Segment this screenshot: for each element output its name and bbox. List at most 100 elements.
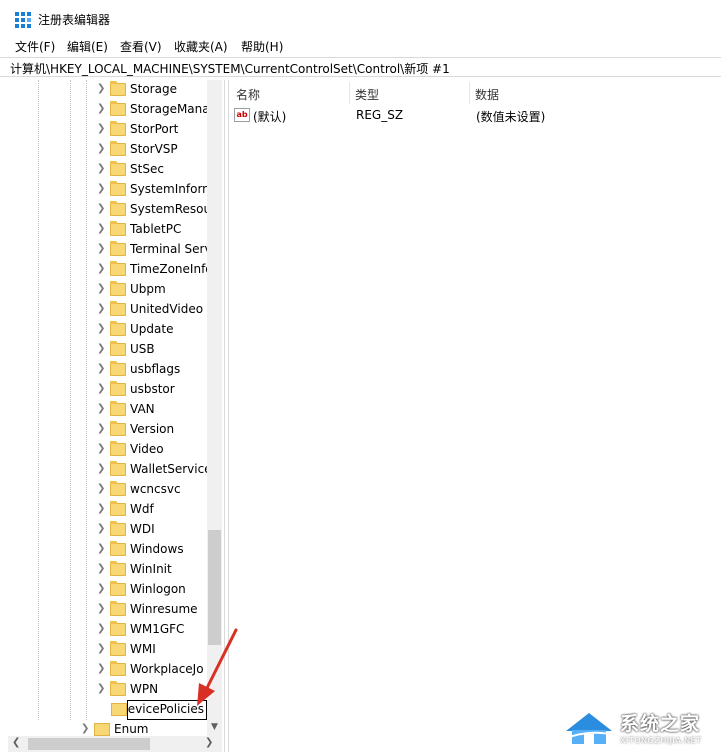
tree-item[interactable]: ❯ Wdf xyxy=(0,500,207,520)
watermark-brand: 系统之家 xyxy=(620,713,701,735)
tree-item[interactable]: ❯ WMI xyxy=(0,640,207,660)
chevron-right-icon[interactable]: ❯ xyxy=(97,183,105,194)
chevron-right-icon[interactable]: ❯ xyxy=(97,523,105,534)
tree-item[interactable]: ❯ StorageMana xyxy=(0,100,207,120)
chevron-right-icon[interactable]: ❯ xyxy=(97,563,105,574)
chevron-right-icon[interactable]: ❯ xyxy=(97,683,105,694)
address-path[interactable]: 计算机\HKEY_LOCAL_MACHINE\SYSTEM\CurrentCon… xyxy=(10,60,450,77)
tree-item[interactable]: ❯ WinInit xyxy=(0,560,207,580)
chevron-right-icon[interactable]: ❯ xyxy=(97,643,105,654)
tree-item[interactable]: ❯ USB xyxy=(0,340,207,360)
value-type: REG_SZ xyxy=(356,108,404,122)
chevron-right-icon[interactable]: ❯ xyxy=(97,423,105,434)
chevron-down-icon[interactable]: ▼ xyxy=(207,722,222,736)
chevron-right-icon[interactable]: ❯ xyxy=(97,263,105,274)
menu-view[interactable]: 查看(V) xyxy=(120,38,162,55)
folder-icon xyxy=(110,341,126,356)
chevron-left-icon[interactable]: ❮ xyxy=(12,737,20,748)
tree-horizontal-scrollbar[interactable]: ❮ ❯ xyxy=(8,736,222,752)
chevron-right-icon[interactable]: ❯ xyxy=(205,737,213,748)
string-value-icon: ab xyxy=(234,108,250,122)
rename-key-input[interactable]: DevicePolicies xyxy=(127,700,207,720)
tree-item-label: usbstor xyxy=(130,382,175,396)
chevron-right-icon[interactable]: ❯ xyxy=(81,723,89,734)
rename-key-value[interactable]: DevicePolicies xyxy=(128,702,204,716)
new-key-edit-row[interactable]: DevicePolicies xyxy=(105,700,207,720)
tree-item[interactable]: ❯ SystemResou xyxy=(0,200,207,220)
tree-vertical-scrollbar[interactable]: ▼ xyxy=(207,80,222,736)
column-header-name[interactable]: 名称 xyxy=(236,86,260,103)
folder-icon xyxy=(110,121,126,136)
chevron-right-icon[interactable]: ❯ xyxy=(97,543,105,554)
folder-icon xyxy=(111,703,127,716)
menu-help[interactable]: 帮助(H) xyxy=(241,38,283,55)
tree-item[interactable]: ❯ usbstor xyxy=(0,380,207,400)
tree-item[interactable]: ❯ TimeZoneInfo xyxy=(0,260,207,280)
chevron-right-icon[interactable]: ❯ xyxy=(97,303,105,314)
tree-item[interactable]: ❯ usbflags xyxy=(0,360,207,380)
tree-item[interactable]: ❯ WDI xyxy=(0,520,207,540)
tree-item[interactable]: ❯ StSec xyxy=(0,160,207,180)
chevron-right-icon[interactable]: ❯ xyxy=(97,123,105,134)
column-header-type[interactable]: 类型 xyxy=(355,86,379,103)
chevron-right-icon[interactable]: ❯ xyxy=(97,583,105,594)
menu-edit[interactable]: 编辑(E) xyxy=(67,38,108,55)
chevron-right-icon[interactable]: ❯ xyxy=(97,623,105,634)
tree-item[interactable]: ❯ Ubpm xyxy=(0,280,207,300)
tree-item[interactable]: ❯ WorkplaceJo xyxy=(0,660,207,680)
chevron-right-icon[interactable]: ❯ xyxy=(97,223,105,234)
tree-item[interactable]: ❯ WPN xyxy=(0,680,207,700)
folder-icon xyxy=(110,461,126,476)
chevron-right-icon[interactable]: ❯ xyxy=(97,363,105,374)
chevron-right-icon[interactable]: ❯ xyxy=(97,163,105,174)
tree-item[interactable]: ❯ Terminal Serv xyxy=(0,240,207,260)
column-separator[interactable] xyxy=(469,82,470,104)
menu-file[interactable]: 文件(F) xyxy=(15,38,55,55)
tree-item[interactable]: ❯ SystemInforn xyxy=(0,180,207,200)
scrollbar-thumb[interactable] xyxy=(208,530,221,645)
chevron-right-icon[interactable]: ❯ xyxy=(97,83,105,94)
folder-icon xyxy=(110,161,126,176)
column-header-data[interactable]: 数据 xyxy=(475,86,499,103)
tree-item[interactable]: ❯ wcncsvc xyxy=(0,480,207,500)
tree-item[interactable]: ❯ TabletPC xyxy=(0,220,207,240)
tree-item[interactable]: ❯ Winlogon xyxy=(0,580,207,600)
chevron-right-icon[interactable]: ❯ xyxy=(97,483,105,494)
tree-item[interactable]: ❯ Winresume xyxy=(0,600,207,620)
tree-item[interactable]: ❯ VAN xyxy=(0,400,207,420)
tree-item[interactable]: ❯ Windows xyxy=(0,540,207,560)
chevron-right-icon[interactable]: ❯ xyxy=(97,383,105,394)
tree-item[interactable]: ❯ Update xyxy=(0,320,207,340)
tree-item[interactable]: ❯ WalletService xyxy=(0,460,207,480)
chevron-right-icon[interactable]: ❯ xyxy=(97,443,105,454)
chevron-right-icon[interactable]: ❯ xyxy=(97,663,105,674)
menu-favorites[interactable]: 收藏夹(A) xyxy=(174,38,228,55)
folder-icon xyxy=(110,101,126,116)
folder-icon xyxy=(110,401,126,416)
scrollbar-thumb[interactable] xyxy=(28,738,150,750)
chevron-right-icon[interactable]: ❯ xyxy=(97,463,105,474)
values-list-pane: 名称 类型 数据 ab (默认) REG_SZ (数值未设置) xyxy=(229,80,721,752)
tree-item[interactable]: ❯ StorPort xyxy=(0,120,207,140)
tree-item[interactable]: ❯ Storage xyxy=(0,80,207,100)
folder-icon xyxy=(110,601,126,616)
chevron-right-icon[interactable]: ❯ xyxy=(97,343,105,354)
tree-item[interactable]: ❯ Video xyxy=(0,440,207,460)
column-separator[interactable] xyxy=(349,82,350,104)
address-bar[interactable]: 计算机\HKEY_LOCAL_MACHINE\SYSTEM\CurrentCon… xyxy=(0,57,721,77)
tree-item[interactable]: ❯ Version xyxy=(0,420,207,440)
tree-item[interactable]: ❯ StorVSP xyxy=(0,140,207,160)
folder-icon xyxy=(110,221,126,236)
chevron-right-icon[interactable]: ❯ xyxy=(97,403,105,414)
tree-item[interactable]: ❯ UnitedVideo xyxy=(0,300,207,320)
chevron-right-icon[interactable]: ❯ xyxy=(97,143,105,154)
chevron-right-icon[interactable]: ❯ xyxy=(97,503,105,514)
chevron-right-icon[interactable]: ❯ xyxy=(97,283,105,294)
chevron-right-icon[interactable]: ❯ xyxy=(97,103,105,114)
chevron-right-icon[interactable]: ❯ xyxy=(97,243,105,254)
chevron-right-icon[interactable]: ❯ xyxy=(97,323,105,334)
tree-item[interactable]: ❯ WM1GFC xyxy=(0,620,207,640)
value-name[interactable]: (默认) xyxy=(253,108,286,125)
chevron-right-icon[interactable]: ❯ xyxy=(97,203,105,214)
chevron-right-icon[interactable]: ❯ xyxy=(97,603,105,614)
